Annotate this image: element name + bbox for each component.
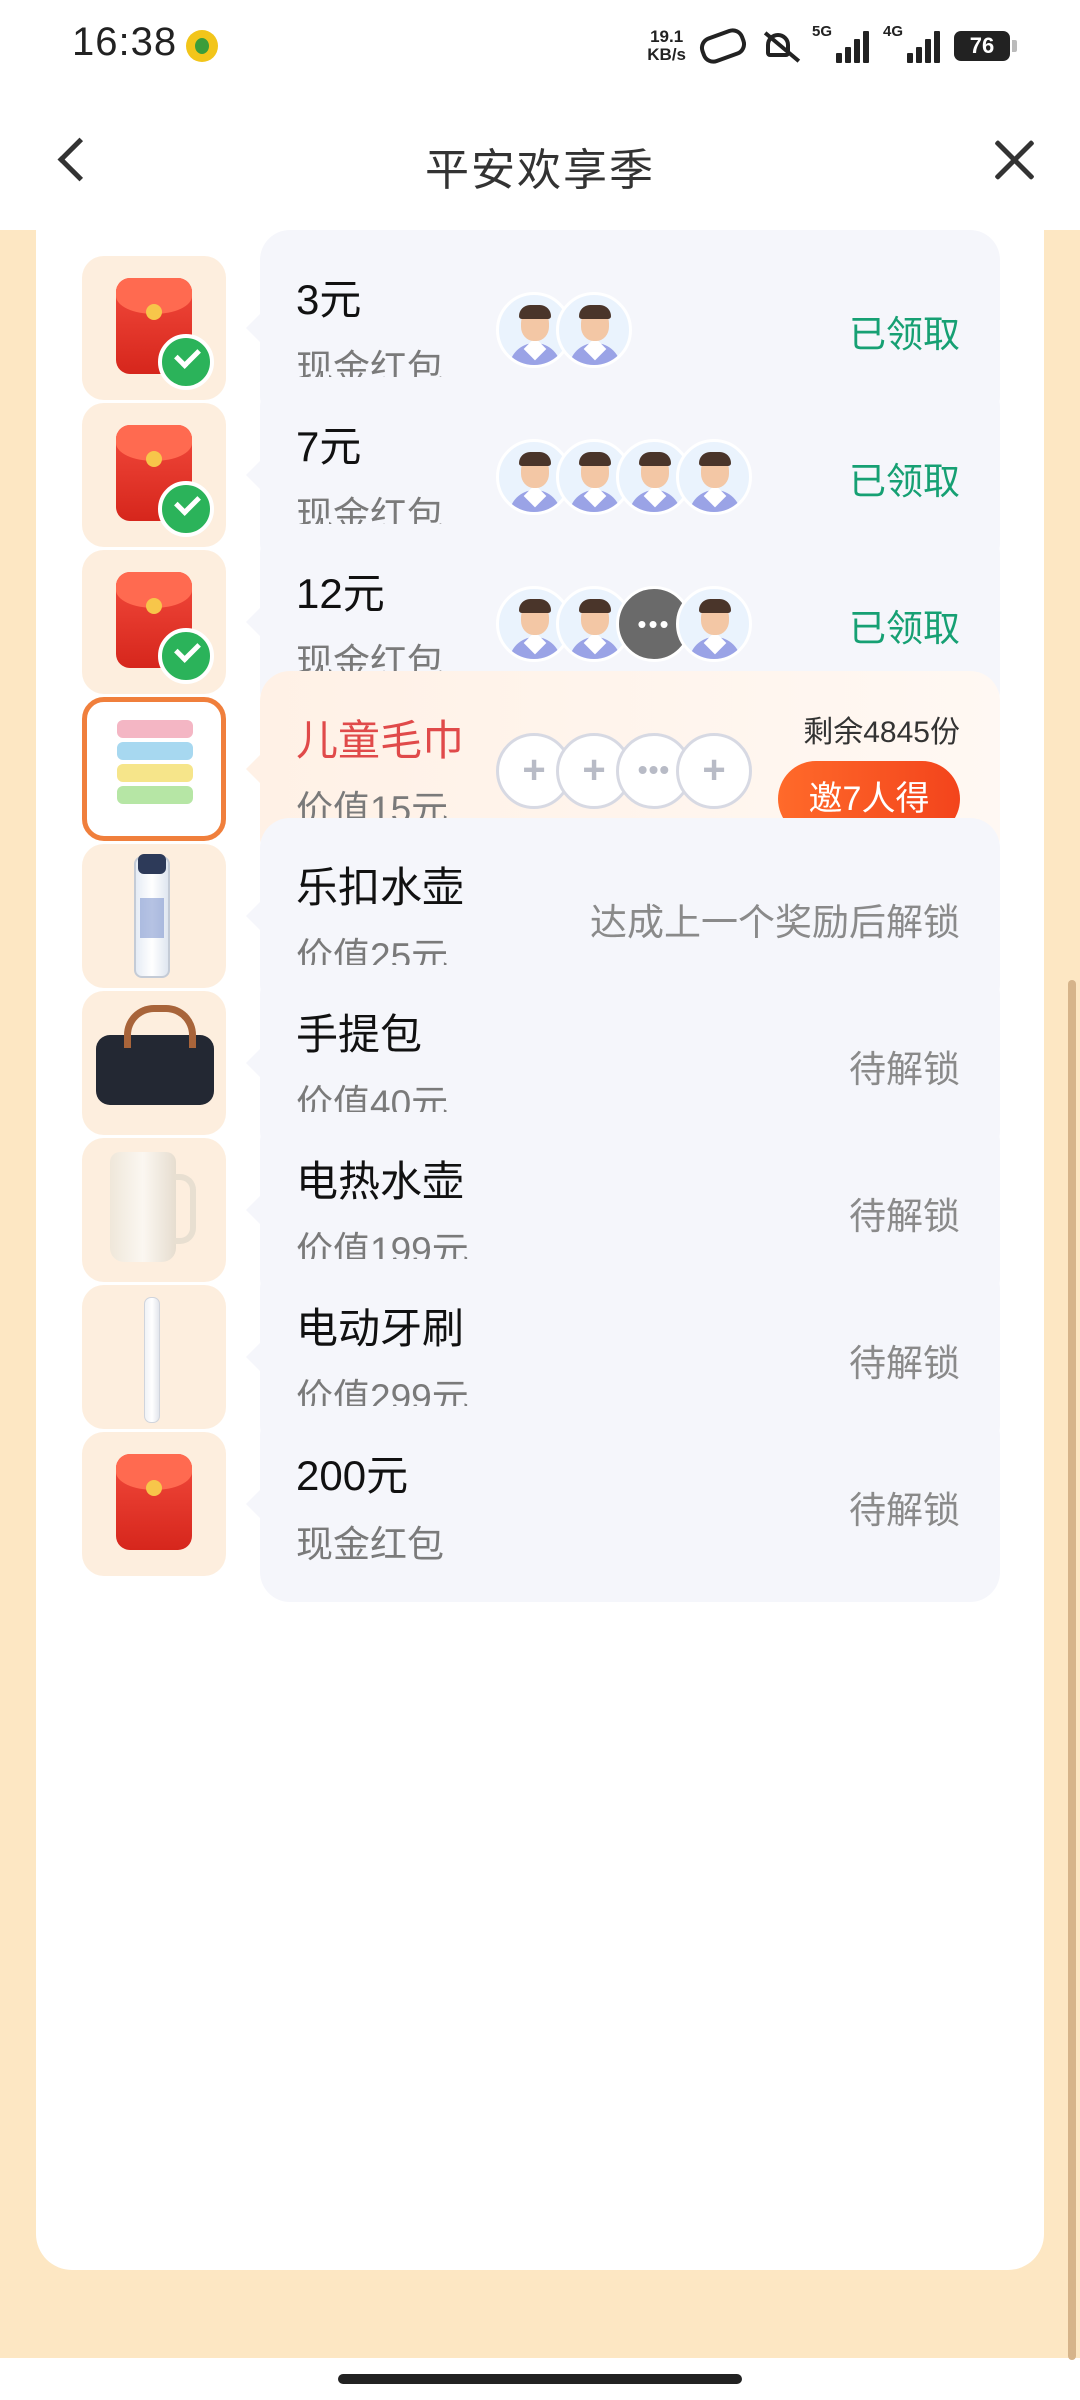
avatar [556, 292, 632, 368]
vibrate-mute-icon [760, 29, 798, 63]
reward-title: 3元 [296, 276, 362, 323]
invite-slots: + + ••• + [496, 733, 752, 809]
reward-status: 已领取 [849, 314, 960, 355]
network-type-5g: 5G [812, 23, 833, 40]
reward-row: 200元 现金红包 待解锁 [82, 1406, 1000, 1602]
network-speed-value: 19.1 [650, 27, 684, 46]
avatar [676, 439, 752, 515]
red-envelope-icon [82, 1432, 226, 1576]
reward-status: 待解锁 [849, 1196, 960, 1237]
reward-status: 待解锁 [849, 1049, 960, 1090]
reward-title: 电动牙刷 [296, 1305, 465, 1352]
invited-avatars [496, 439, 752, 515]
invited-avatars: ••• [496, 586, 752, 662]
signal-icon: 4G [883, 23, 940, 63]
invited-avatars [496, 292, 632, 368]
reward-status: 已领取 [849, 461, 960, 502]
reward-card: 200元 现金红包 待解锁 [246, 1406, 1000, 1602]
reward-status: 待解锁 [849, 1490, 960, 1531]
reward-subtitle: 现金红包 [296, 1524, 444, 1565]
battery-icon: 76 [954, 31, 1017, 61]
rewards-panel: 3元 现金红包 已领取 7元 现金红包 已领取 12元 现金红包 ••• 已领取… [36, 230, 1044, 2270]
reward-status: 已领取 [849, 608, 960, 649]
network-speed-unit: KB/s [647, 45, 686, 64]
network-type-4g: 4G [883, 23, 904, 40]
reward-title: 7元 [296, 423, 362, 470]
reward-status: 待解锁 [849, 1343, 960, 1384]
remaining-count: 剩余4845份 [803, 716, 960, 749]
page-title: 平安欢享季 [425, 146, 655, 195]
add-slot-icon: + [676, 733, 752, 809]
avatar [676, 586, 752, 662]
reward-title: 儿童毛巾 [296, 717, 465, 764]
page-background: 3元 现金红包 已领取 7元 现金红包 已领取 12元 现金红包 ••• 已领取… [0, 230, 1080, 2358]
signal-icon: 5G [812, 23, 869, 63]
reward-title: 手提包 [296, 1011, 423, 1058]
status-time: 16:38 [72, 20, 178, 64]
close-icon[interactable] [984, 130, 1044, 190]
scrollbar[interactable] [1068, 980, 1076, 2360]
reward-title: 电热水壶 [296, 1158, 465, 1205]
home-indicator[interactable] [338, 2374, 742, 2384]
link-icon [696, 24, 750, 68]
status-icons: 19.1 KB/s 5G 4G 76 [647, 18, 1017, 74]
reward-title: 200元 [296, 1452, 409, 1499]
reward-status: 达成上一个奖励后解锁 [590, 902, 960, 943]
nav-bar: 平安欢享季 [0, 92, 1080, 230]
app-notification-icon [186, 30, 218, 62]
status-bar: 16:38 19.1 KB/s 5G 4G 76 [0, 0, 1080, 92]
reward-title: 乐扣水壶 [296, 864, 465, 911]
reward-title: 12元 [296, 570, 385, 617]
network-speed: 19.1 KB/s [647, 28, 686, 64]
